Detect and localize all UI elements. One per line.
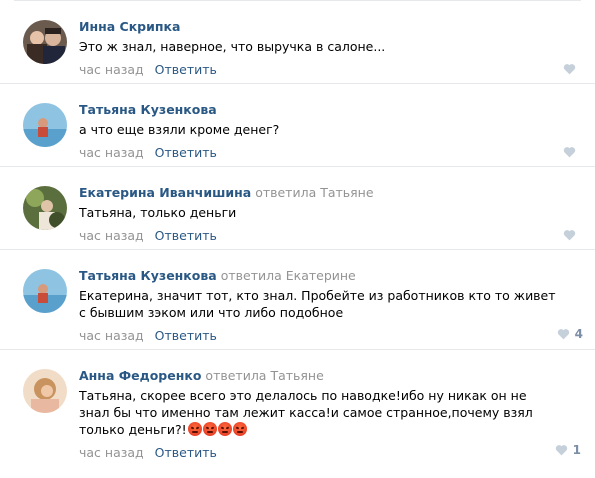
author-name[interactable]: Татьяна Кузенкова xyxy=(79,268,217,283)
comment-text: Татьяна, скорее всего это делалось по на… xyxy=(79,388,533,437)
angry-face-emoji xyxy=(217,422,232,436)
comment-text-wrap: Татьяна, скорее всего это делалось по на… xyxy=(79,387,559,438)
author-line: Татьяна Кузенкова ответила Екатерине xyxy=(79,267,581,285)
comment-meta: час назад Ответить xyxy=(79,444,581,461)
comment-time[interactable]: час назад xyxy=(79,445,144,460)
replied-to-link[interactable]: Татьяне xyxy=(270,368,323,383)
avatar-image xyxy=(23,103,67,147)
comment-body: Татьяна Кузенкова ответила Екатерине Ека… xyxy=(79,267,581,344)
avatar[interactable] xyxy=(23,186,67,230)
replied-label: ответила xyxy=(205,368,267,383)
avatar-image xyxy=(23,186,67,230)
like-button[interactable]: 4 xyxy=(557,325,583,342)
reply-button[interactable]: Ответить xyxy=(155,62,217,77)
author-line: Екатерина Иванчишина ответила Татьяне xyxy=(79,184,581,202)
heart-icon xyxy=(563,63,576,74)
avatar[interactable] xyxy=(23,369,67,413)
author-name[interactable]: Инна Скрипка xyxy=(79,19,180,34)
comment-text: Татьяна, только деньги xyxy=(79,205,237,220)
heart-icon xyxy=(555,444,567,455)
author-name[interactable]: Анна Федоренко xyxy=(79,368,201,383)
avatar-image xyxy=(23,269,67,313)
author-name[interactable]: Татьяна Кузенкова xyxy=(79,102,217,117)
comment-body: Татьяна Кузенкова а что еще взяли кроме … xyxy=(79,101,581,161)
comment-time[interactable]: час назад xyxy=(79,62,144,77)
replied-label: ответила xyxy=(220,268,282,283)
author-line: Анна Федоренко ответила Татьяне xyxy=(79,367,581,385)
avatar[interactable] xyxy=(23,20,67,64)
comment-meta: час назад Ответить xyxy=(79,144,581,161)
heart-icon xyxy=(563,229,576,240)
comment-body: Екатерина Иванчишина ответила Татьяне Та… xyxy=(79,184,581,244)
heart-icon xyxy=(557,328,569,339)
author-line: Татьяна Кузенкова xyxy=(79,101,581,119)
author-line: Инна Скрипка xyxy=(79,18,581,36)
angry-face-emoji xyxy=(187,422,202,436)
comment-time[interactable]: час назад xyxy=(79,145,144,160)
heart-icon xyxy=(563,146,576,157)
comment-text: Екатерина, значит тот, кто знал. Пробейт… xyxy=(79,288,556,320)
avatar[interactable] xyxy=(23,103,67,147)
reply-button[interactable]: Ответить xyxy=(155,145,217,160)
angry-face-emoji xyxy=(232,422,247,436)
angry-face-emoji xyxy=(202,422,217,436)
comment-meta: час назад Ответить xyxy=(79,227,581,244)
comment-text: Это ж знал, наверное, что выручка в сало… xyxy=(79,39,386,54)
like-count: 4 xyxy=(574,326,583,341)
comment-item: Татьяна Кузенкова ответила Екатерине Ека… xyxy=(0,250,595,350)
like-count: 1 xyxy=(572,442,581,457)
reply-button[interactable]: Ответить xyxy=(155,228,217,243)
avatar-image xyxy=(23,369,67,413)
comment-meta: час назад Ответить xyxy=(79,61,581,78)
replied-label: ответила xyxy=(255,185,317,200)
avatar-image xyxy=(23,20,67,64)
comment-body: Инна Скрипка Это ж знал, наверное, что в… xyxy=(79,18,581,78)
replied-to-link[interactable]: Татьяне xyxy=(320,185,373,200)
avatar[interactable] xyxy=(23,269,67,313)
reply-button[interactable]: Ответить xyxy=(155,445,217,460)
comment-text: а что еще взяли кроме денег? xyxy=(79,122,280,137)
comment-item: Татьяна Кузенкова а что еще взяли кроме … xyxy=(0,84,595,167)
author-name[interactable]: Екатерина Иванчишина xyxy=(79,185,251,200)
like-button[interactable] xyxy=(563,226,581,243)
like-button[interactable]: 1 xyxy=(555,441,581,458)
like-button[interactable] xyxy=(563,143,581,160)
comment-time[interactable]: час назад xyxy=(79,228,144,243)
comment-meta: час назад Ответить xyxy=(79,327,581,344)
comment-item: Анна Федоренко ответила Татьяне Татьяна,… xyxy=(0,350,595,467)
replied-to-link[interactable]: Екатерине xyxy=(286,268,356,283)
comments-list: Инна Скрипка Это ж знал, наверное, что в… xyxy=(0,1,595,467)
comment-body: Анна Федоренко ответила Татьяне Татьяна,… xyxy=(79,367,581,461)
comment-item: Екатерина Иванчишина ответила Татьяне Та… xyxy=(0,167,595,250)
comment-item: Инна Скрипка Это ж знал, наверное, что в… xyxy=(0,1,595,84)
like-button[interactable] xyxy=(563,60,581,77)
reply-button[interactable]: Ответить xyxy=(155,328,217,343)
comment-time[interactable]: час назад xyxy=(79,328,144,343)
